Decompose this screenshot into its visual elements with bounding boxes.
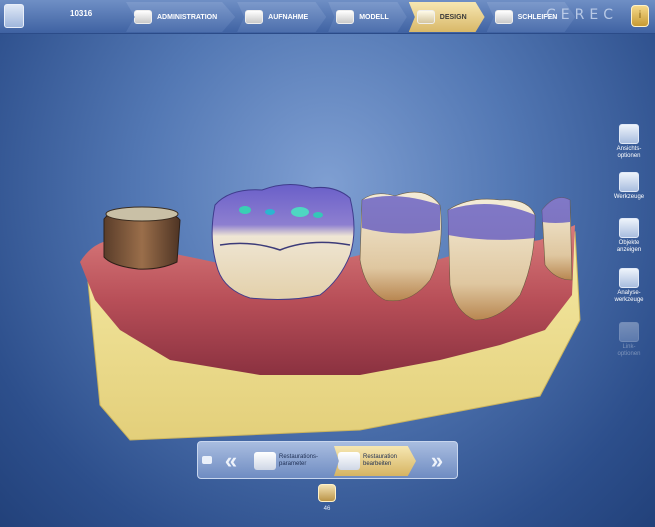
tooth-number: 46: [323, 506, 331, 512]
previous-step-icon[interactable]: «: [218, 449, 244, 473]
button-label: Restauration bearbeiten: [363, 454, 397, 468]
tool-label: anzeigen: [616, 247, 642, 253]
next-step-icon[interactable]: »: [424, 449, 450, 473]
object-icon: [619, 218, 639, 238]
label-line: Restaurations-: [279, 454, 319, 460]
designed-crown: [211, 184, 355, 300]
tool-label: Ansichts-: [616, 146, 642, 152]
tooth-selector-icon[interactable]: [318, 484, 336, 502]
link-options-button[interactable]: Link- optionen: [608, 322, 650, 358]
view-options-button[interactable]: Ansichts- optionen: [608, 124, 650, 160]
tooth-icon: [338, 452, 360, 470]
tool-label: Werkzeuge: [613, 194, 645, 200]
restoration-parameters-button[interactable]: Restaurations- parameter: [250, 446, 332, 476]
label-line: Restauration: [363, 454, 398, 460]
cube-icon: [619, 124, 639, 144]
edit-restoration-button[interactable]: Restauration bearbeiten: [334, 446, 416, 476]
tool-label: Analyse-: [617, 290, 641, 296]
tool-label: optionen: [617, 351, 641, 357]
tool-label: Objekte: [618, 240, 640, 246]
tool-label: Link-: [622, 344, 636, 350]
tool-label: optionen: [617, 153, 641, 159]
button-label: Restaurations- parameter: [279, 454, 318, 468]
link-icon: [619, 322, 639, 342]
analysis-tools-button[interactable]: Analyse- werkzeuge: [608, 268, 650, 304]
tool-label: werkzeuge: [614, 297, 644, 303]
tools-button[interactable]: Werkzeuge: [608, 172, 650, 201]
label-line: parameter: [279, 461, 307, 467]
design-step-bar: « Restaurations- parameter Restauration …: [197, 441, 458, 479]
tooth-icon: [254, 452, 276, 470]
analysis-icon: [619, 268, 639, 288]
collapse-handle[interactable]: [202, 456, 212, 464]
stump-top: [105, 206, 179, 222]
tool-ring-icon: [619, 172, 639, 192]
show-objects-button[interactable]: Objekte anzeigen: [608, 218, 650, 254]
label-line: bearbeiten: [363, 461, 392, 467]
